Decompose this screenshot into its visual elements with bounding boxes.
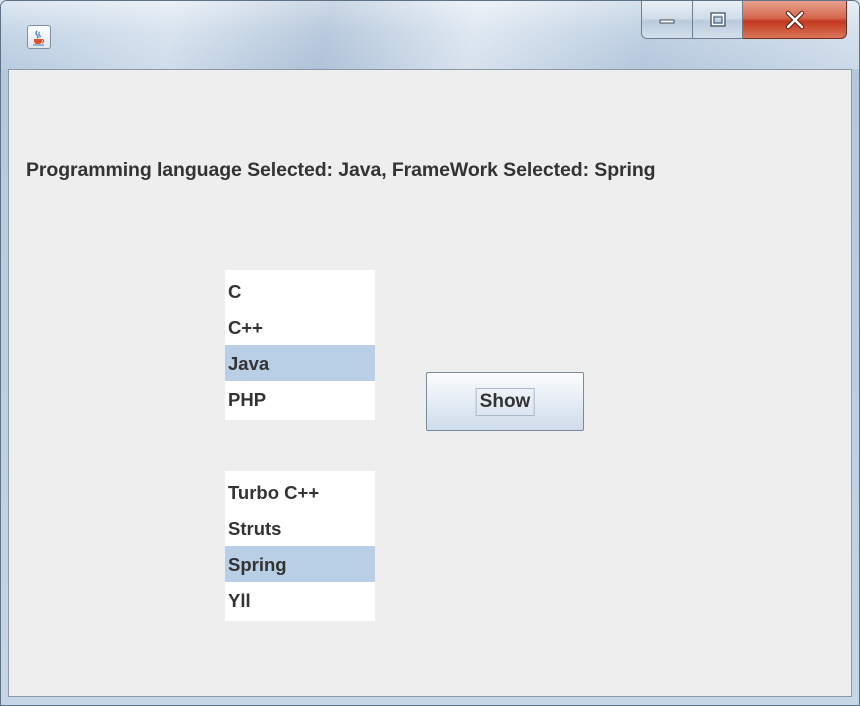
list-item-struts[interactable]: Struts [225, 510, 375, 546]
java-coffee-cup-icon[interactable] [27, 25, 51, 49]
maximize-icon [709, 11, 726, 27]
close-button[interactable] [743, 1, 847, 39]
title-bar[interactable] [1, 1, 859, 69]
list-item-java[interactable]: Java [225, 345, 375, 381]
programming-language-list[interactable]: C C++ Java PHP [225, 270, 375, 420]
minimize-button[interactable] [641, 1, 693, 39]
list-item-php[interactable]: PHP [225, 381, 375, 417]
framework-list[interactable]: Turbo C++ Struts Spring Yll [225, 471, 375, 621]
list-item-spring[interactable]: Spring [225, 546, 375, 582]
show-button[interactable]: Show [426, 372, 584, 431]
list-item-cpp[interactable]: C++ [225, 309, 375, 345]
close-icon [785, 10, 804, 29]
app-window: Programming language Selected: Java, Fra… [0, 0, 860, 706]
list-item-turbo-cpp[interactable]: Turbo C++ [225, 474, 375, 510]
content-panel: Programming language Selected: Java, Fra… [8, 69, 852, 697]
maximize-button[interactable] [693, 1, 743, 39]
selection-status-label: Programming language Selected: Java, Fra… [26, 159, 656, 181]
minimize-icon [659, 19, 675, 23]
list-item-c[interactable]: C [225, 273, 375, 309]
list-item-yii[interactable]: Yll [225, 582, 375, 618]
show-button-label: Show [475, 387, 535, 416]
window-controls [641, 1, 851, 41]
